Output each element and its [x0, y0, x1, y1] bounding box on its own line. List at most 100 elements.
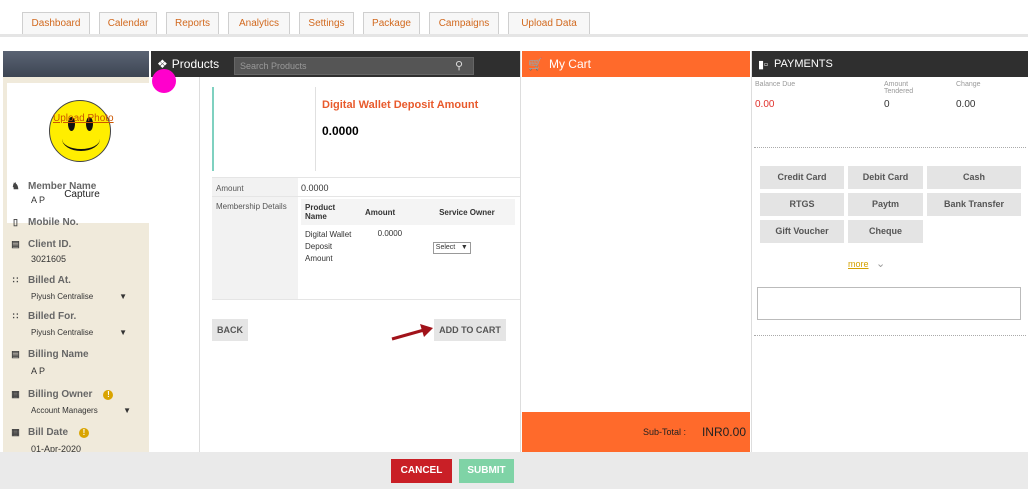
product-card: Digital Wallet Deposit Amount 0.0000	[212, 87, 520, 171]
product-name: Digital Wallet Deposit Amount	[322, 99, 479, 111]
membership-table: Product Name Amount Service Owner Digita…	[301, 199, 515, 269]
tab-analytics[interactable]: Analytics	[228, 12, 290, 34]
payment-icon: ▮▫	[758, 58, 768, 71]
cancel-button[interactable]: CANCEL	[391, 459, 452, 483]
person-icon: ♞	[11, 181, 20, 191]
bank-transfer-button[interactable]: Bank Transfer	[927, 193, 1021, 216]
product-detail-area: Digital Wallet Deposit Amount 0.0000 Amo…	[199, 77, 521, 452]
bill-date-field: ▦ Bill Date! 01-Apr-2020	[11, 427, 147, 452]
payments-title: PAYMENTS	[773, 58, 833, 70]
service-owner-select[interactable]: Select ▼	[432, 242, 471, 254]
tab-upload-data[interactable]: Upload Data	[508, 12, 590, 34]
payments-panel: ▮▫ PAYMENTS Balance Due 0.00 Amount Tend…	[751, 51, 1028, 452]
col-product-name: Product Name	[301, 199, 361, 225]
row-product-name: Digital Wallet Deposit Amount	[305, 230, 352, 263]
mobile-field: ▯ Mobile No.	[11, 217, 147, 228]
amount-field[interactable]: 0.0000	[298, 178, 520, 196]
arrow-pointer-icon	[391, 324, 433, 341]
payments-header: ▮▫ PAYMENTS	[752, 51, 1028, 77]
id-card-icon: ▤	[11, 239, 20, 249]
cart-panel: 🛒 My Cart Sub-Total : INR0.00	[522, 51, 750, 452]
footer-bar: CANCEL SUBMIT	[0, 452, 1028, 489]
billed-at-field: ∷ Billed At. Piyush Centralise ▼	[12, 275, 127, 301]
tab-dashboard[interactable]: Dashboard	[22, 12, 90, 34]
search-products-input[interactable]: Search Products	[234, 57, 474, 75]
client-id-value: 3021605	[31, 254, 67, 264]
member-name-value: A P	[31, 195, 46, 205]
balance-due: Balance Due 0.00	[755, 81, 796, 110]
payment-note-input[interactable]	[757, 287, 1021, 320]
bill-date-value[interactable]: 01-Apr-2020	[31, 444, 147, 452]
debit-card-button[interactable]: Debit Card	[848, 166, 923, 189]
cheque-button[interactable]: Cheque	[848, 220, 923, 243]
cart-icon: 🛒	[528, 57, 543, 71]
payment-methods: Credit Card Debit Card Cash RTGS Paytm B…	[760, 166, 1022, 243]
chevron-down-icon[interactable]: ⌄	[876, 257, 885, 270]
product-form: Amount 0.0000 Membership Details Product…	[212, 177, 520, 300]
chevron-down-icon: ▼	[119, 292, 127, 301]
product-amount: 0.0000	[322, 124, 359, 138]
cart-subtotal: Sub-Total : INR0.00	[522, 412, 750, 452]
paytm-button[interactable]: Paytm	[848, 193, 923, 216]
top-nav: Dashboard Calendar Reports Analytics Set…	[0, 0, 1028, 37]
cursor-highlight	[152, 69, 176, 93]
tab-calendar[interactable]: Calendar	[99, 12, 157, 34]
smiley-avatar-icon	[49, 100, 111, 162]
tab-reports[interactable]: Reports	[166, 12, 219, 34]
amount-label: Amount	[212, 178, 298, 196]
info-icon[interactable]: !	[103, 389, 114, 400]
rtgs-button[interactable]: RTGS	[760, 193, 844, 216]
membership-details-label: Membership Details	[212, 197, 298, 299]
amount-tendered-input[interactable]: 0	[884, 99, 924, 110]
back-button[interactable]: BACK	[212, 319, 248, 341]
member-name-field: ♞ Member Name A P	[11, 181, 147, 205]
info-icon[interactable]: !	[79, 427, 90, 438]
change-value: 0.00	[956, 99, 976, 110]
chevron-down-icon: ▼	[123, 406, 131, 415]
gift-voucher-button[interactable]: Gift Voucher	[760, 220, 844, 243]
row-amount: 0.0000	[377, 229, 403, 238]
billed-for-select[interactable]: Piyush Centralise ▼	[31, 328, 127, 337]
billing-owner-select[interactable]: Account Managers ▼	[31, 406, 131, 415]
billed-for-field: ∷ Billed For. Piyush Centralise ▼	[12, 311, 127, 337]
table-row: Digital Wallet Deposit Amount 0.0000 Sel…	[301, 225, 515, 269]
change: Change 0.00	[956, 81, 981, 110]
cart-title: My Cart	[548, 57, 591, 71]
billing-name-field: ▤ Billing Name A P	[11, 349, 147, 376]
tab-campaigns[interactable]: Campaigns	[429, 12, 499, 34]
billed-at-select[interactable]: Piyush Centralise ▼	[31, 292, 127, 301]
client-id-field: ▤ Client ID. 3021605	[11, 239, 147, 264]
upload-photo-link[interactable]: Upload Photo	[53, 113, 114, 124]
chevron-down-icon: ▼	[460, 244, 468, 251]
billing-name-value: A P	[31, 366, 46, 376]
document-icon: ▤	[11, 349, 20, 359]
calendar-icon: ▦	[11, 389, 20, 399]
col-amount: Amount	[361, 199, 419, 225]
calendar-icon: ▦	[11, 427, 20, 437]
nav-tabs: Dashboard Calendar Reports Analytics Set…	[22, 12, 590, 34]
divider	[754, 147, 1026, 153]
credit-card-button[interactable]: Credit Card	[760, 166, 844, 189]
cart-header: 🛒 My Cart	[522, 51, 750, 77]
balance-due-value: 0.00	[755, 99, 775, 110]
more-link[interactable]: more	[848, 259, 869, 269]
add-to-cart-button[interactable]: ADD TO CART	[434, 319, 506, 341]
subtotal-label: Sub-Total :	[642, 427, 686, 437]
tab-package[interactable]: Package	[363, 12, 420, 34]
amount-tendered: Amount Tendered 0	[884, 81, 924, 110]
grid-icon: ∷	[12, 311, 19, 321]
tab-settings[interactable]: Settings	[299, 12, 354, 34]
cash-button[interactable]: Cash	[927, 166, 1021, 189]
divider	[754, 335, 1026, 341]
products-panel: ❖ Products Search Products ⚲ Digital Wall…	[151, 51, 521, 452]
search-icon[interactable]: ⚲	[455, 59, 463, 72]
mobile-icon: ▯	[13, 217, 18, 227]
billing-owner-field: ▦ Billing Owner! Account Managers ▼	[11, 389, 131, 415]
submit-button[interactable]: SUBMIT	[459, 459, 514, 483]
grid-icon: ∷	[12, 275, 19, 285]
member-sidebar: Upload Photo Capture ♞ Member Name A P ▯ M…	[3, 51, 149, 452]
col-service-owner: Service Owner	[418, 199, 515, 225]
sidebar-header	[3, 51, 149, 77]
products-title: Products	[171, 57, 220, 71]
chevron-down-icon: ▼	[119, 328, 127, 337]
